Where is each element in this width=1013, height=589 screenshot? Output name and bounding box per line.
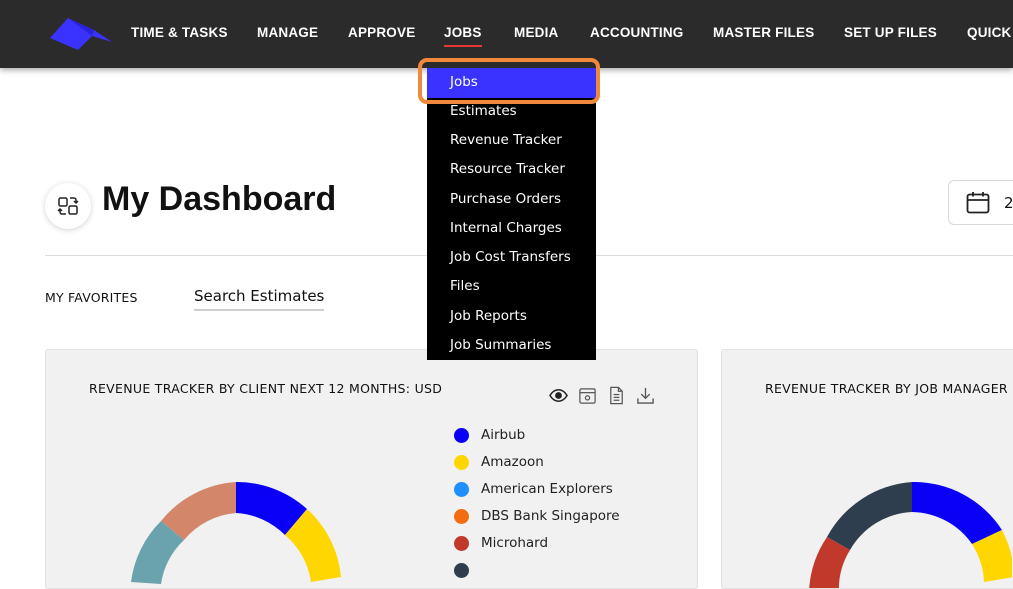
legend-swatch	[454, 536, 469, 551]
top-navigation-bar: TIME & TASKS MANAGE APPROVE JOBS MEDIA A…	[0, 0, 1013, 68]
legend-swatch	[454, 428, 469, 443]
menu-item-job-cost-transfers[interactable]: Job Cost Transfers	[450, 249, 571, 265]
nav-approve[interactable]: APPROVE	[348, 25, 415, 40]
donut-segment-blue	[912, 482, 1002, 544]
legend-label: Airbub	[481, 427, 526, 443]
legend-swatch	[454, 455, 469, 470]
switch-dashboard-button[interactable]	[45, 183, 91, 229]
document-icon[interactable]	[607, 386, 626, 405]
menu-item-job-summaries[interactable]: Job Summaries	[450, 337, 551, 353]
legend-label: American Explorers	[481, 481, 613, 497]
menu-item-resource-tracker[interactable]: Resource Tracker	[450, 161, 565, 177]
menu-item-job-reports[interactable]: Job Reports	[450, 308, 527, 324]
download-icon[interactable]	[636, 386, 655, 405]
jobs-dropdown-menu: Jobs Estimates Revenue Tracker Resource …	[427, 68, 596, 360]
menu-item-internal-charges[interactable]: Internal Charges	[450, 220, 562, 236]
menu-item-files[interactable]: Files	[450, 278, 480, 294]
nav-master-files[interactable]: MASTER FILES	[713, 25, 814, 40]
legend-label: DBS Bank Singapore	[481, 508, 620, 524]
logo-icon[interactable]	[48, 16, 114, 52]
nav-accounting[interactable]: ACCOUNTING	[590, 25, 684, 40]
menu-item-jobs[interactable]: Jobs	[450, 74, 478, 90]
nav-jobs[interactable]: JOBS	[444, 25, 482, 47]
menu-item-revenue-tracker[interactable]: Revenue Tracker	[450, 132, 562, 148]
donut-segment-navy	[827, 482, 912, 550]
card-title: REVENUE TRACKER BY CLIENT NEXT 12 MONTHS…	[89, 381, 443, 396]
legend-label: Microhard	[481, 535, 549, 551]
date-text: 2	[1004, 194, 1013, 212]
nav-manage[interactable]: MANAGE	[257, 25, 318, 40]
nav-media[interactable]: MEDIA	[514, 25, 559, 40]
legend-swatch	[454, 482, 469, 497]
page-title: My Dashboard	[102, 180, 337, 218]
revenue-by-job-manager-card: REVENUE TRACKER BY JOB MANAGER	[721, 349, 1013, 589]
nav-time-tasks[interactable]: TIME & TASKS	[131, 25, 228, 40]
eye-icon[interactable]	[549, 386, 568, 405]
favorite-link-search-estimates[interactable]: Search Estimates	[194, 287, 325, 311]
client-donut-chart	[131, 482, 341, 584]
menu-item-purchase-orders[interactable]: Purchase Orders	[450, 191, 561, 207]
legend-swatch	[454, 509, 469, 524]
legend-swatch	[454, 563, 469, 578]
card-toolbar	[549, 386, 655, 405]
card-title: REVENUE TRACKER BY JOB MANAGER	[765, 381, 1008, 396]
calendar-icon	[966, 192, 990, 214]
date-picker-button[interactable]: 2	[948, 180, 1013, 225]
nav-quick[interactable]: QUICK	[967, 25, 1012, 40]
revenue-by-client-card: REVENUE TRACKER BY CLIENT NEXT 12 MONTHS…	[45, 349, 698, 589]
job-manager-donut-chart	[809, 482, 1012, 588]
favorites-label: MY FAVORITES	[45, 290, 138, 305]
swap-icon	[57, 197, 79, 215]
nav-set-up-files[interactable]: SET UP FILES	[844, 25, 937, 40]
menu-item-estimates[interactable]: Estimates	[450, 103, 517, 119]
legend-label: Amazoon	[481, 454, 544, 470]
preview-icon[interactable]	[578, 386, 597, 405]
